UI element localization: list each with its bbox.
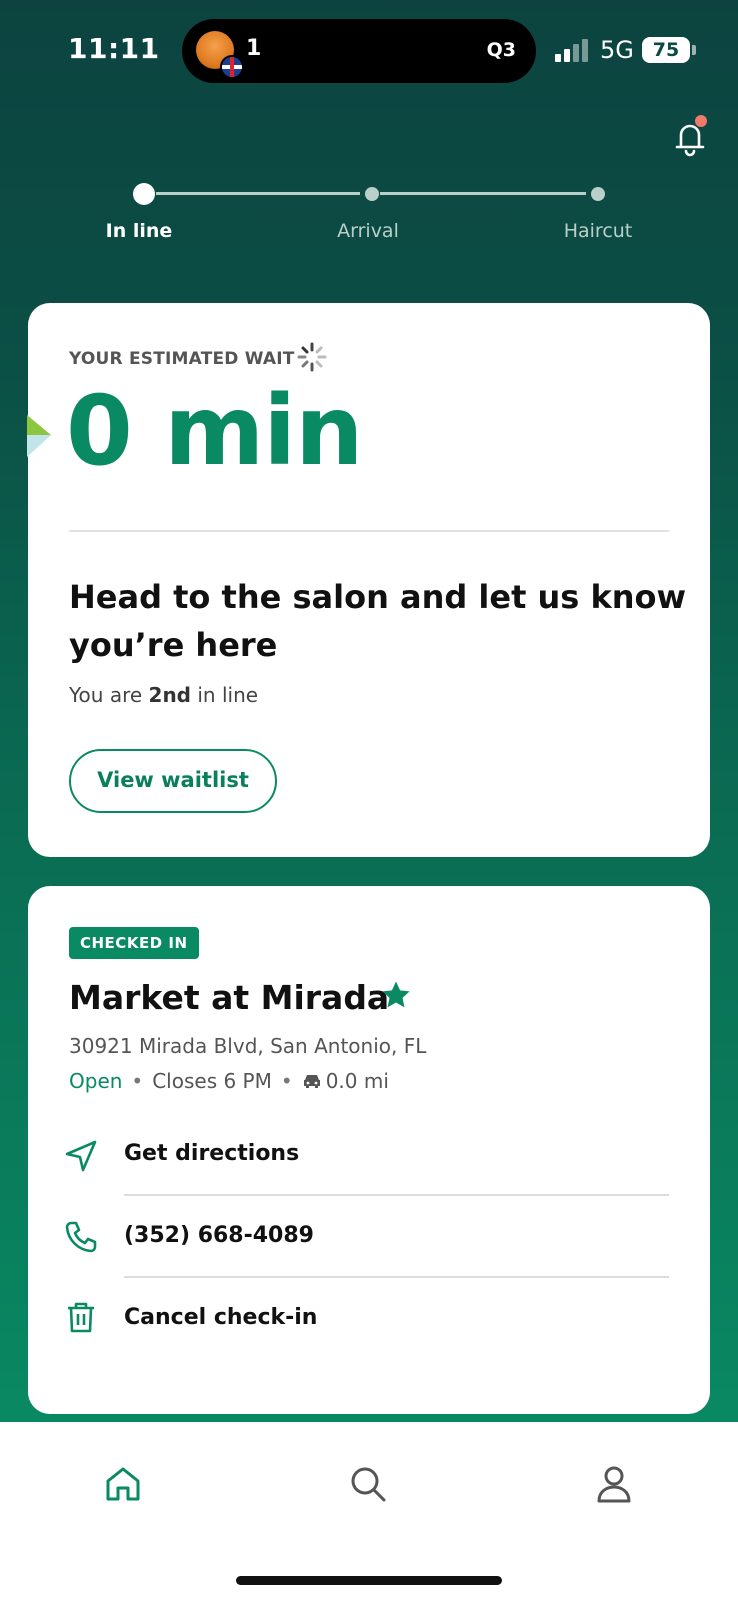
battery-tip (692, 45, 696, 55)
salon-location-card: CHECKED IN Market at Mirada 30921 Mirada… (28, 886, 710, 1414)
progress-line (156, 192, 360, 195)
divider (124, 1194, 669, 1196)
progress-line (380, 192, 586, 195)
battery-icon: 75 (642, 37, 690, 63)
open-status: Open (69, 1069, 123, 1093)
notification-dot (695, 115, 707, 127)
status-time: 11:11 (68, 32, 160, 65)
distance: 0.0 mi (325, 1069, 389, 1093)
queue-position-suffix: in line (191, 683, 259, 707)
island-count: 1 (246, 36, 262, 61)
salon-name: Market at Mirada (69, 978, 390, 1017)
wait-value: 0 min (66, 375, 363, 487)
accent-tab (27, 415, 51, 435)
navigation-icon[interactable] (63, 1138, 99, 1174)
favorite-star-icon[interactable] (379, 978, 413, 1012)
closing-time: Closes 6 PM (152, 1069, 272, 1093)
separator-dot: • (131, 1069, 144, 1093)
home-icon[interactable] (103, 1464, 143, 1504)
queue-position-prefix: You are (69, 683, 149, 707)
salon-address: 30921 Mirada Blvd, San Antonio, FL (69, 1034, 427, 1058)
accent-tab (27, 435, 51, 457)
step-label-in-line: In line (105, 220, 173, 242)
wait-label: YOUR ESTIMATED WAIT (69, 349, 295, 369)
step-label-haircut: Haircut (563, 220, 633, 242)
view-waitlist-button[interactable]: View waitlist (69, 749, 277, 813)
step-dot (591, 187, 605, 201)
phone-icon[interactable] (63, 1219, 99, 1255)
home-indicator (236, 1576, 502, 1585)
user-icon[interactable] (594, 1464, 634, 1504)
cancel-check-in-button[interactable]: Cancel check-in (124, 1305, 317, 1330)
divider (69, 530, 669, 532)
status-badge: CHECKED IN (69, 927, 199, 959)
wait-headline: Head to the salon and let us know you’re… (69, 578, 687, 664)
trash-icon[interactable] (63, 1299, 99, 1335)
island-score: Q3 (486, 39, 516, 61)
car-icon (303, 1075, 320, 1088)
step-dot (365, 187, 379, 201)
queue-position: You are 2nd in line (69, 683, 258, 707)
salon-hours: Open • Closes 6 PM • 0.0 mi (69, 1069, 389, 1093)
separator-dot: • (280, 1069, 293, 1093)
signal-icon (555, 38, 591, 62)
network-type: 5G (600, 36, 634, 64)
step-label-arrival: Arrival (337, 220, 399, 242)
phone-number-link[interactable]: (352) 668-4089 (124, 1223, 314, 1248)
divider (124, 1276, 669, 1278)
bottom-navigation (0, 1422, 738, 1600)
queue-position-rank: 2nd (148, 683, 192, 707)
estimated-wait-card: YOUR ESTIMATED WAIT 0 min Head to the sa… (27, 303, 710, 857)
get-directions-link[interactable]: Get directions (124, 1141, 299, 1166)
step-dot-current (133, 183, 155, 205)
dynamic-island[interactable]: 1 Q3 (182, 19, 536, 83)
spinner-icon (297, 342, 327, 372)
flag-icon (220, 55, 244, 79)
search-icon[interactable] (348, 1464, 388, 1504)
